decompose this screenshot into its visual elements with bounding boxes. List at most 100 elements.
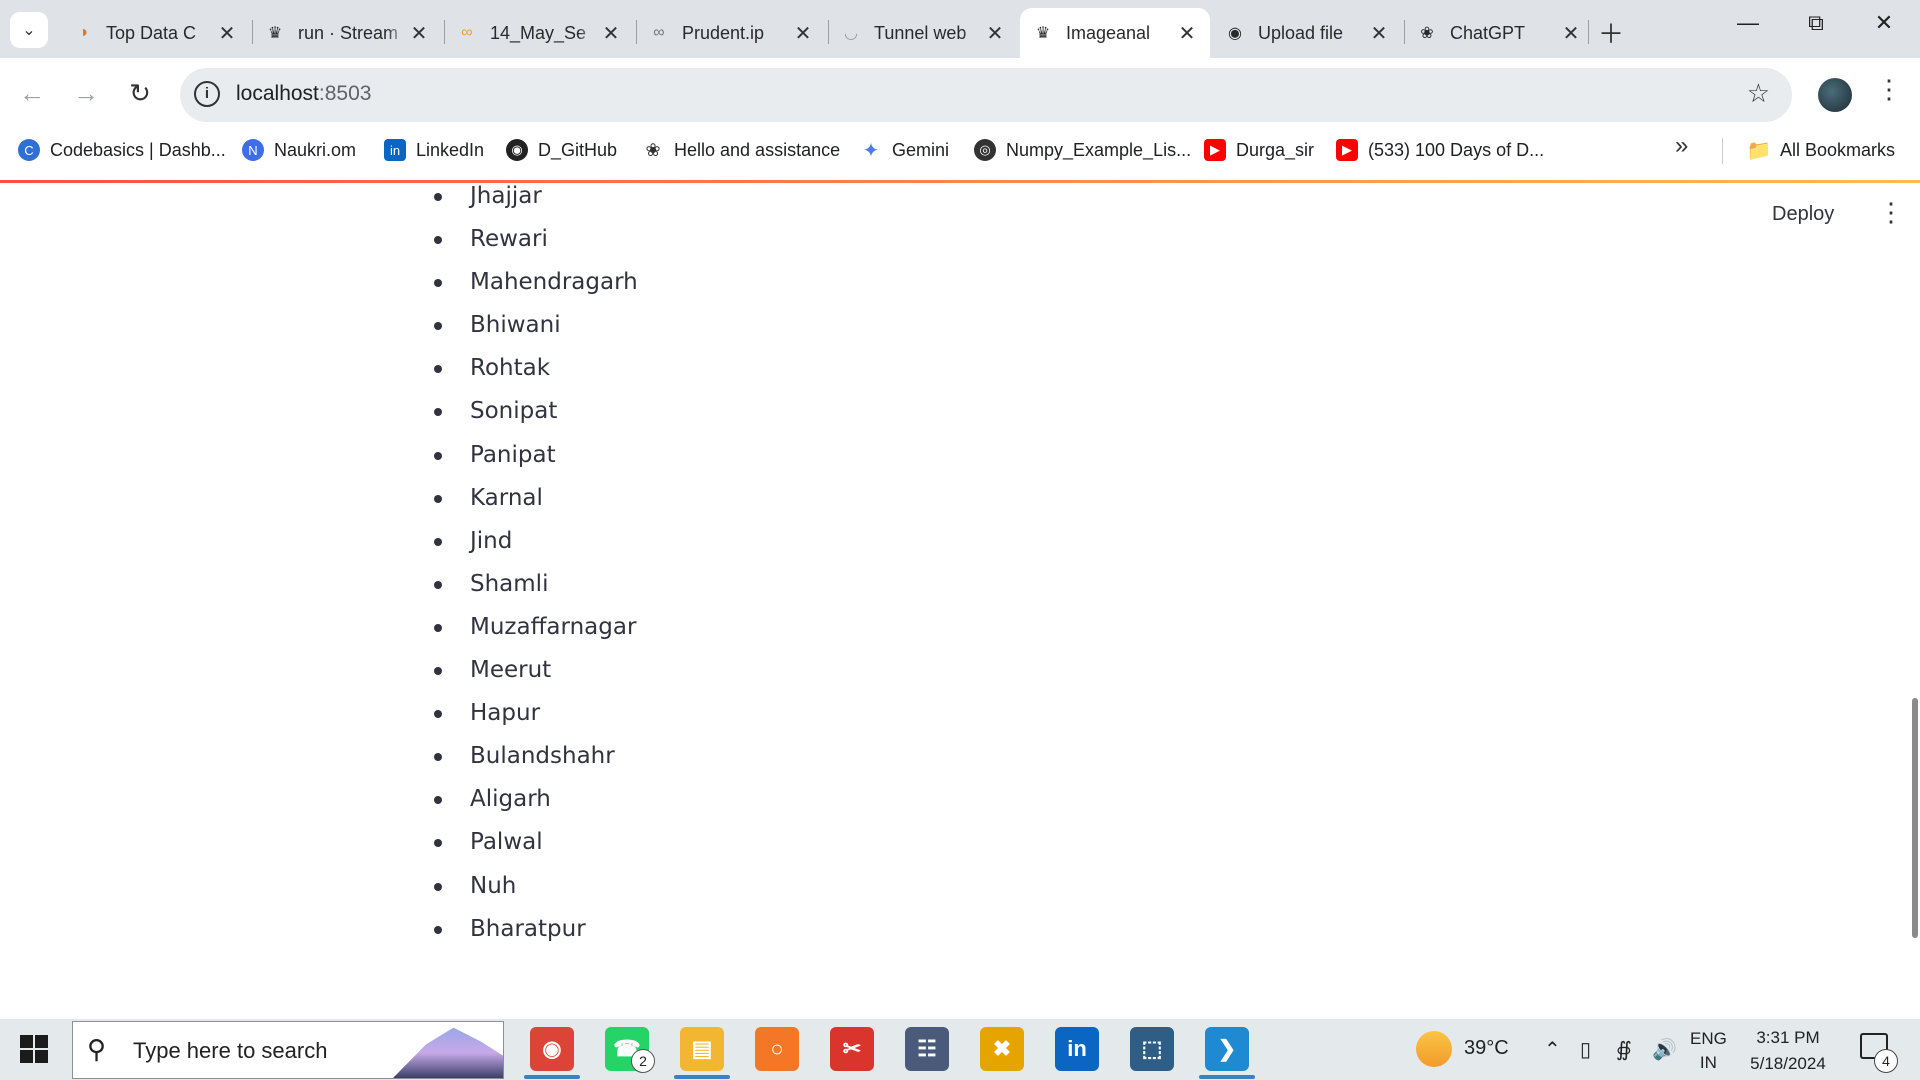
bookmarks-bar: C Codebasics | Dashb... N Naukri.om in L… (0, 132, 1920, 182)
start-button[interactable] (20, 1035, 48, 1063)
address-bar[interactable]: i localhost:8503 ☆ (180, 68, 1792, 122)
forward-button[interactable]: → (68, 78, 104, 109)
tab-7[interactable]: ◉ Upload file ✕ (1212, 8, 1402, 58)
github-icon: ◉ (506, 139, 528, 161)
streamlit-crown-icon: ♛ (267, 25, 283, 42)
close-icon[interactable]: ✕ (1368, 21, 1390, 46)
language-indicator[interactable]: ENG IN (1690, 1027, 1727, 1075)
temperature[interactable]: 39°C (1464, 1037, 1509, 1060)
bookmark-linkedin[interactable]: in LinkedIn (384, 134, 484, 166)
windows-logo-icon (20, 1035, 33, 1048)
jupyter-icon: ○ (770, 1036, 784, 1061)
list-item: Panipat (434, 434, 638, 477)
bookmark-naukri[interactable]: N Naukri.om (242, 134, 356, 166)
restore-icon: ⧉ (1808, 10, 1824, 35)
tab-4[interactable]: ∞ Prudent.ip ✕ (636, 8, 826, 58)
taskbar-app-excel-like[interactable]: ✖ (980, 1027, 1024, 1071)
close-icon[interactable]: ✕ (792, 21, 814, 46)
mysql-workbench-icon: ⬚ (1141, 1036, 1163, 1061)
profile-avatar[interactable] (1818, 78, 1852, 112)
naukri-icon: N (242, 139, 264, 161)
url-text[interactable]: localhost:8503 (236, 82, 371, 106)
bookmark-hello-assistance[interactable]: ❀ Hello and assistance (642, 134, 840, 166)
colab-icon: ∞ (461, 24, 473, 41)
wifi-icon[interactable]: ∯ (1616, 1037, 1632, 1062)
bookmark-star-icon[interactable]: ☆ (1747, 78, 1770, 109)
bookmark-github[interactable]: ◉ D_GitHub (506, 134, 617, 166)
taskbar-app-file-explorer[interactable]: ▤ (680, 1027, 724, 1071)
tab-6-active[interactable]: ♛ Imageanal ✕ (1020, 8, 1210, 58)
close-icon[interactable]: ✕ (600, 21, 622, 46)
taskbar-app-calculator[interactable]: ☷ (905, 1027, 949, 1071)
bookmark-numpy[interactable]: ◎ Numpy_Example_Lis... (974, 134, 1191, 166)
minimize-icon: — (1737, 10, 1759, 35)
app-menu-button[interactable]: ⋮ (1878, 197, 1904, 228)
city-list: Jhajjar Rewari Mahendragarh Bhiwani Rohtak So… (434, 183, 638, 951)
list-item: Jind (434, 520, 638, 563)
tab-8[interactable]: ❀ ChatGPT ✕ (1404, 8, 1594, 58)
list-item: Bulandshahr (434, 735, 638, 778)
close-icon[interactable]: ✕ (1560, 21, 1582, 46)
scrollbar-thumb[interactable] (1912, 698, 1918, 938)
chevron-up-icon[interactable]: ⌃ (1544, 1037, 1561, 1062)
youtube-icon: ▶ (1204, 139, 1226, 161)
taskbar-search[interactable]: ⚲ Type here to search (72, 1021, 504, 1079)
reload-icon: ↻ (129, 78, 151, 108)
close-icon[interactable]: ✕ (1176, 21, 1198, 46)
close-icon[interactable]: ✕ (984, 21, 1006, 46)
taskbar-app-chrome[interactable]: ◉ (530, 1027, 574, 1071)
browser-menu-button[interactable]: ⋮ (1876, 74, 1902, 105)
kebab-menu-icon: ⋮ (1878, 197, 1904, 227)
globe-icon: ◎ (974, 139, 996, 161)
bookmark-codebasics[interactable]: C Codebasics | Dashb... (18, 134, 226, 166)
taskbar-app-snip[interactable]: ✂ (830, 1027, 874, 1071)
tab-2[interactable]: ♛ run · Stream ✕ (252, 8, 442, 58)
taskbar-app-linkedin[interactable]: in (1055, 1027, 1099, 1071)
vscode-icon: ❯ (1217, 1036, 1237, 1061)
bookmark-gemini[interactable]: ✦ Gemini (860, 134, 949, 166)
codebasics-icon: C (18, 139, 40, 161)
running-indicator (1199, 1075, 1255, 1079)
volume-icon[interactable]: 🔊 (1652, 1037, 1677, 1062)
battery-icon[interactable]: ▯ (1580, 1037, 1591, 1062)
restore-button[interactable]: ⧉ (1796, 10, 1836, 36)
more-bookmarks-button[interactable]: » (1675, 132, 1688, 160)
close-window-button[interactable]: ✕ (1864, 10, 1904, 36)
taskbar-app-jupyter[interactable]: ○ (755, 1027, 799, 1071)
tab-1[interactable]: ◑ Top Data C ✕ (60, 8, 250, 58)
browser-toolbar: ← → ↻ i localhost:8503 ☆ ⋮ (0, 58, 1920, 134)
back-button[interactable]: ← (14, 78, 50, 109)
deploy-button[interactable]: Deploy (1772, 203, 1834, 226)
minimize-button[interactable]: — (1728, 10, 1768, 36)
youtube-icon: ▶ (1336, 139, 1358, 161)
list-item: Muzaffarnagar (434, 606, 638, 649)
snipping-tool-icon: ✂ (842, 1036, 862, 1061)
gemini-sparkle-icon: ✦ (860, 139, 882, 162)
bookmark-100-days[interactable]: ▶ (533) 100 Days of D... (1336, 134, 1544, 166)
reload-button[interactable]: ↻ (122, 78, 158, 109)
tab-search-button[interactable]: ⌄ (10, 12, 48, 48)
bookmark-divider (1722, 138, 1723, 164)
close-icon[interactable]: ✕ (408, 21, 430, 46)
taskbar-app-mysql[interactable]: ⬚ (1130, 1027, 1174, 1071)
github-icon: ◉ (1228, 25, 1242, 42)
all-bookmarks-button[interactable]: 📁 All Bookmarks (1747, 134, 1895, 166)
info-icon[interactable]: i (194, 81, 220, 107)
colab-gray-icon: ∞ (653, 24, 665, 41)
list-item: Shamli (434, 563, 638, 606)
tab-3[interactable]: ∞ 14_May_Se ✕ (444, 8, 634, 58)
list-item: Rohtak (434, 347, 638, 390)
search-highlight-art (393, 1027, 503, 1078)
list-item: Rewari (434, 218, 638, 261)
bookmark-durga-sir[interactable]: ▶ Durga_sir (1204, 134, 1314, 166)
clock[interactable]: 3:31 PM 5/18/2024 (1744, 1025, 1832, 1077)
kebab-menu-icon: ⋮ (1876, 74, 1902, 104)
tab-5[interactable]: ◡ Tunnel web ✕ (828, 8, 1018, 58)
weather-icon[interactable] (1416, 1031, 1452, 1067)
close-icon[interactable]: ✕ (216, 21, 238, 46)
close-icon: ✕ (1874, 10, 1894, 35)
taskbar-app-vscode[interactable]: ❯ (1205, 1027, 1249, 1071)
orange-logo-icon: ◑ (78, 24, 88, 41)
new-tab-button[interactable]: ＋ (1598, 14, 1624, 51)
double-chevron-right-icon: » (1675, 132, 1689, 159)
